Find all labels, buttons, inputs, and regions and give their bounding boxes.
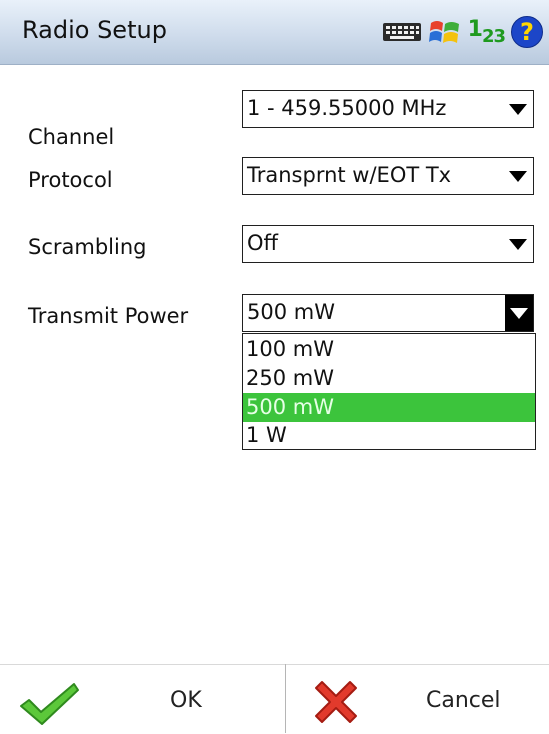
checkmark-icon — [20, 683, 79, 725]
windows-flag-icon[interactable] — [428, 15, 462, 49]
transmit-power-options: 100 mW 250 mW 500 mW 1 W — [242, 333, 536, 450]
cancel-label: Cancel — [426, 688, 501, 713]
chevron-down-icon — [509, 104, 527, 115]
scrambling-label: Scrambling — [28, 235, 147, 259]
dropdown-button[interactable] — [505, 295, 533, 331]
transmit-power-label: Transmit Power — [28, 304, 189, 328]
ok-button[interactable]: OK — [0, 664, 285, 733]
channel-value: 1 - 459.55000 MHz — [247, 96, 447, 120]
keyboard-icon[interactable] — [382, 21, 422, 43]
protocol-value: Transprnt w/EOT Tx — [247, 163, 452, 187]
help-icon[interactable]: ? — [511, 16, 543, 48]
x-icon — [315, 681, 357, 723]
scrambling-select[interactable]: Off — [242, 225, 534, 263]
chevron-down-icon — [509, 239, 527, 250]
input-mode-icon[interactable]: 123 — [468, 17, 506, 47]
channel-select[interactable]: 1 - 459.55000 MHz — [242, 90, 534, 128]
ok-label: OK — [170, 688, 202, 713]
system-tray: 123 ? — [382, 12, 543, 52]
scrambling-value: Off — [247, 231, 278, 255]
protocol-label: Protocol — [28, 168, 113, 192]
transmit-power-select[interactable]: 500 mW — [242, 294, 534, 332]
option-250mw[interactable]: 250 mW — [243, 364, 535, 393]
transmit-power-value: 500 mW — [247, 300, 335, 324]
chevron-down-icon — [509, 171, 527, 182]
channel-label: Channel — [28, 125, 115, 149]
title-bar: Radio Setup 123 ? — [0, 0, 549, 65]
option-500mw[interactable]: 500 mW — [243, 393, 535, 422]
option-100mw[interactable]: 100 mW — [243, 335, 535, 364]
option-1w[interactable]: 1 W — [243, 421, 535, 450]
protocol-select[interactable]: Transprnt w/EOT Tx — [242, 157, 534, 195]
window-title: Radio Setup — [22, 16, 167, 44]
cancel-button[interactable]: Cancel — [286, 664, 549, 733]
chevron-down-icon — [510, 308, 528, 319]
